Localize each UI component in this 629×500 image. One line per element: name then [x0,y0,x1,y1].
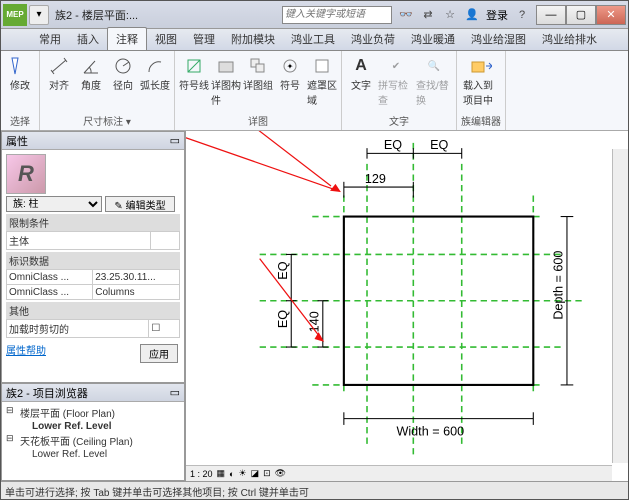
type-preview: R [6,154,46,194]
binoculars-icon[interactable]: 👓 [398,7,414,23]
mask-region-button[interactable]: 遮罩区域 [307,53,337,107]
quick-access-toolbar: MEP ▾ [3,4,49,26]
dim-129: 129 [365,172,386,186]
section-other: 其他 [6,302,180,319]
status-bar: 单击可进行选择; 按 Tab 键并单击可选择其他项目; 按 Ctrl 键并单击可 [1,481,628,499]
maximize-button[interactable]: ▢ [566,5,596,25]
type-selector[interactable]: 族: 柱 [6,196,102,212]
arc-length-button[interactable]: 弧长度 [140,53,170,92]
find-replace-button[interactable]: 🔍查找/替换 [416,53,452,107]
shadows-icon[interactable]: ◪ [251,468,260,479]
prop-host-value[interactable] [151,232,180,250]
dim-eq4: EQ [276,310,290,328]
tree-floorplans[interactable]: 楼层平面 (Floor Plan) [4,404,182,421]
pane-pin-icon[interactable]: ▭ [170,386,180,399]
tab-insert[interactable]: 插入 [69,28,107,50]
group-text-label[interactable]: 文字 [389,111,409,130]
group-family-label: 族编辑器 [461,111,501,130]
section-identity: 标识数据 [6,252,180,269]
prop-cutwithvoids-value[interactable]: ☐ [149,320,180,338]
detail-level-icon[interactable]: ▦ [217,468,226,479]
search-input[interactable] [282,6,392,24]
drawing-svg: EQ EQ 129 EQ EQ 140 Width = 600 Depth = … [186,131,628,481]
exchange-icon[interactable]: ⇄ [420,7,436,23]
tab-hy-humid[interactable]: 鸿业给湿图 [463,28,534,50]
section-constraints: 限制条件 [6,214,180,231]
crop-icon[interactable]: ⊡ [263,468,271,479]
aligned-dim-button[interactable]: 对齐 [44,53,74,92]
edit-type-button[interactable]: ✎ 编辑类型 [105,196,175,212]
help-icon[interactable]: ? [514,7,530,23]
tab-annotate[interactable]: 注释 [107,27,147,50]
sun-path-icon[interactable]: ☀ [238,468,246,479]
visual-style-icon[interactable]: ◐ [229,469,234,479]
favorite-icon[interactable]: ☆ [442,7,458,23]
angular-dim-button[interactable]: 角度 [76,53,106,92]
group-detail-label: 详图 [248,111,268,130]
tree-ceilingplan-lower[interactable]: Lower Ref. Level [4,449,182,460]
apply-button[interactable]: 应用 [140,344,178,363]
view-control-bar: 1 : 20 ▦ ◐ ☀ ◪ ⊡ 👁 [186,465,612,481]
login-link[interactable]: 登录 [486,7,508,23]
dim-eq3: EQ [276,261,290,279]
dim-depth: Depth = 600 [552,251,566,320]
prop-omniclass-num-value[interactable]: 23.25.30.11... [93,270,180,285]
text-button[interactable]: A文字 [346,53,376,92]
svg-text:✦: ✦ [287,62,294,71]
radial-dim-button[interactable]: 径向 [108,53,138,92]
main-area: 属性▭ R 族: 柱 ✎ 编辑类型 限制条件 主体 标识数据 OmniClass… [1,131,628,481]
tab-hy-tools[interactable]: 鸿业工具 [283,28,343,50]
minimize-button[interactable]: — [536,5,566,25]
tab-common[interactable]: 常用 [31,28,69,50]
symbol-button[interactable]: ✦符号 [275,53,305,92]
title-bar: MEP ▾ 族2 - 楼层平面:... 👓 ⇄ ☆ 👤 登录 ? — ▢ ✕ [1,1,628,29]
tab-addins[interactable]: 附加模块 [223,28,283,50]
title-utility-icons: 👓 ⇄ ☆ 👤 登录 ? [398,7,530,23]
spellcheck-button[interactable]: ✔拼写检查 [378,53,414,107]
ribbon: 修改 选择 对齐 角度 径向 弧长度 尺寸标注 ▾ 符号线 详图构件 详图组 ✦… [1,51,628,131]
user-icon[interactable]: 👤 [464,7,480,23]
detail-component-button[interactable]: 详图构件 [211,53,241,107]
window-title: 族2 - 楼层平面:... [55,7,282,23]
tree-floorplan-lower[interactable]: Lower Ref. Level [4,421,182,432]
prop-host-label: 主体 [7,232,151,250]
scale-control[interactable]: 1 : 20 [190,469,213,479]
prop-omniclass-title-value[interactable]: Columns [93,285,180,300]
tab-hy-hvac[interactable]: 鸿业暖通 [403,28,463,50]
tab-view[interactable]: 视图 [147,28,185,50]
dim-width: Width = 600 [396,424,464,438]
dim-eq2: EQ [430,138,448,152]
drawing-view[interactable]: — ▱ ✕ ⌂ 2D ◉ ✋ [186,131,628,481]
vertical-scrollbar[interactable] [612,149,628,463]
properties-header[interactable]: 属性▭ [2,132,184,150]
dim-eq1: EQ [384,138,402,152]
detail-group-button[interactable]: 详图组 [243,53,273,92]
tab-manage[interactable]: 管理 [185,28,223,50]
pane-pin-icon[interactable]: ▭ [170,134,180,147]
group-select-label: 选择 [10,111,30,130]
prop-omniclass-num-label: OmniClass ... [7,270,93,285]
tab-hy-plumb[interactable]: 鸿业给排水 [534,28,605,50]
ribbon-tabs: 常用 插入 注释 视图 管理 附加模块 鸿业工具 鸿业负荷 鸿业暖通 鸿业给湿图… [1,29,628,51]
load-into-project-button[interactable]: 载入到项目中 [463,53,499,107]
app-menu-button[interactable]: MEP [3,4,27,26]
symbol-line-button[interactable]: 符号线 [179,53,209,92]
properties-help-link[interactable]: 属性帮助 [6,346,46,357]
tree-ceilingplans[interactable]: 天花板平面 (Ceiling Plan) [4,432,182,449]
group-dim-label[interactable]: 尺寸标注 ▾ [83,111,131,130]
qat-dropdown[interactable]: ▾ [29,5,49,25]
prop-cutwithvoids-label: 加载时剪切的 [7,320,149,338]
prop-omniclass-title-label: OmniClass ... [7,285,93,300]
tab-hy-load[interactable]: 鸿业负荷 [343,28,403,50]
close-button[interactable]: ✕ [596,5,626,25]
hide-isolate-icon[interactable]: 👁 [275,468,286,479]
browser-header[interactable]: 族2 - 项目浏览器▭ [2,384,184,402]
modify-button[interactable]: 修改 [5,53,35,92]
